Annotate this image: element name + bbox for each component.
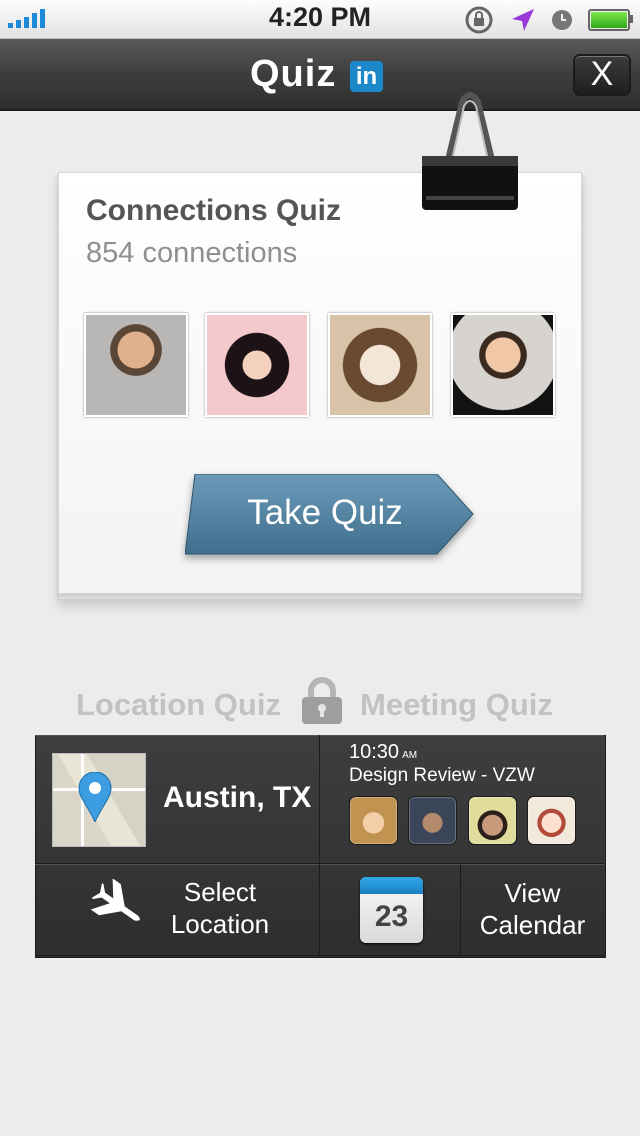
status-bar: 4:20 PM: [0, 0, 640, 39]
meeting-time: 10:30 AM: [349, 741, 418, 763]
attendee-avatar: [349, 796, 398, 845]
lock-icon: [302, 677, 342, 724]
linkedin-logo-icon: in: [350, 61, 383, 92]
calendar-day: 23: [374, 900, 409, 933]
card-title: Connections Quiz: [86, 194, 341, 227]
airplane-icon: [90, 879, 140, 921]
attendee-avatar: [527, 796, 576, 845]
close-button[interactable]: X: [573, 54, 631, 96]
binder-clip-icon: [422, 92, 518, 210]
battery-icon: [588, 9, 633, 31]
connection-photo: [328, 313, 432, 417]
page-title: Quiz: [250, 53, 337, 95]
connections-count: 854 connections: [86, 237, 298, 269]
location-city: Austin, TX: [163, 781, 312, 814]
attendee-avatar: [408, 796, 457, 845]
alarm-clock-icon: [552, 10, 572, 30]
tab-location-quiz[interactable]: Location Quiz: [76, 687, 281, 723]
attendee-avatar: [468, 796, 517, 845]
connection-photo: [205, 313, 309, 417]
view-calendar-label[interactable]: View Calendar: [475, 877, 590, 941]
meeting-title: Design Review - VZW: [349, 765, 535, 786]
calendar-icon[interactable]: 23: [360, 877, 423, 943]
map-pin-icon: [78, 772, 112, 822]
take-quiz-label[interactable]: Take Quiz: [185, 493, 465, 533]
tab-meeting-quiz[interactable]: Meeting Quiz: [360, 687, 553, 723]
location-arrow-icon: [512, 9, 534, 31]
select-location-label[interactable]: Select Location: [160, 876, 280, 940]
connection-photo: [451, 313, 555, 417]
rotation-lock-icon: [465, 6, 493, 34]
header-bar: Quiz in X: [0, 39, 640, 111]
connection-photo: [84, 313, 188, 417]
